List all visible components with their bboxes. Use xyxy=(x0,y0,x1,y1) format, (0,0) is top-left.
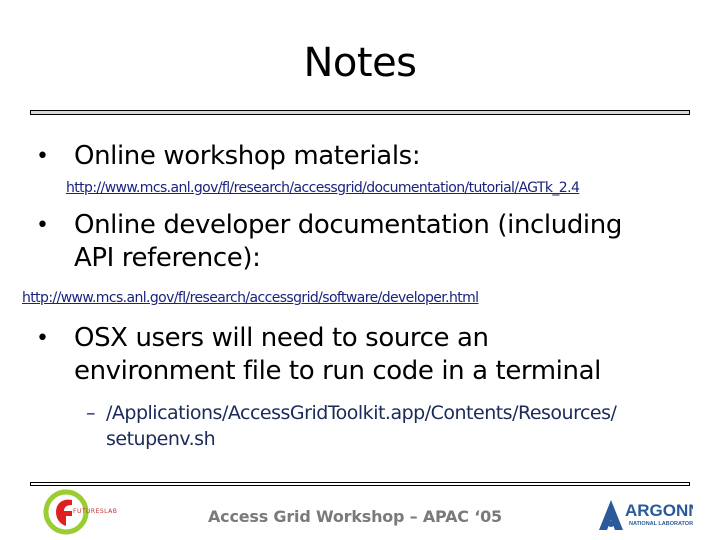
argonne-logo-icon: ARGONNE NATIONAL LABORATORY xyxy=(599,500,693,530)
footer-workshop-title: Access Grid Workshop – APAC ‘05 xyxy=(208,507,502,526)
bullet-item-1: • Online workshop materials: xyxy=(36,140,421,173)
footer-divider xyxy=(30,482,690,486)
bullet-item-3: • OSX users will need to source an envir… xyxy=(36,322,601,388)
sub-bullet-line1: /Applications/AccessGridToolkit.app/Cont… xyxy=(106,402,617,424)
bullet-icon: • xyxy=(36,213,49,238)
title-divider xyxy=(30,110,690,115)
futureslab-logo-text: FUTURESLAB xyxy=(73,508,118,515)
sub-bullet-line2: setupenv.sh xyxy=(106,428,216,450)
bullet-item-2: • Online developer documentation (includ… xyxy=(36,209,622,275)
argonne-logo-subtitle: NATIONAL LABORATORY xyxy=(629,521,693,527)
bullet-text-line1: OSX users will need to source an xyxy=(74,323,489,353)
sub-bullet-setupenv-path: – /Applications/AccessGridToolkit.app/Co… xyxy=(86,400,617,452)
bullet-text: Online workshop materials: xyxy=(74,141,421,171)
bullet-text-line2: environment file to run code in a termin… xyxy=(74,356,601,386)
slide-title: Notes xyxy=(303,40,417,86)
bullet-text-line2: API reference): xyxy=(74,243,261,273)
workshop-materials-link[interactable]: http://www.mcs.anl.gov/fl/research/acces… xyxy=(66,180,580,196)
bullet-icon: • xyxy=(36,326,49,351)
argonne-logo-name: ARGONNE xyxy=(625,501,693,520)
developer-docs-link[interactable]: http://www.mcs.anl.gov/fl/research/acces… xyxy=(22,290,479,306)
bullet-icon: • xyxy=(36,144,49,169)
bullet-text-line1: Online developer documentation (includin… xyxy=(74,210,622,240)
dash-icon: – xyxy=(86,402,96,424)
